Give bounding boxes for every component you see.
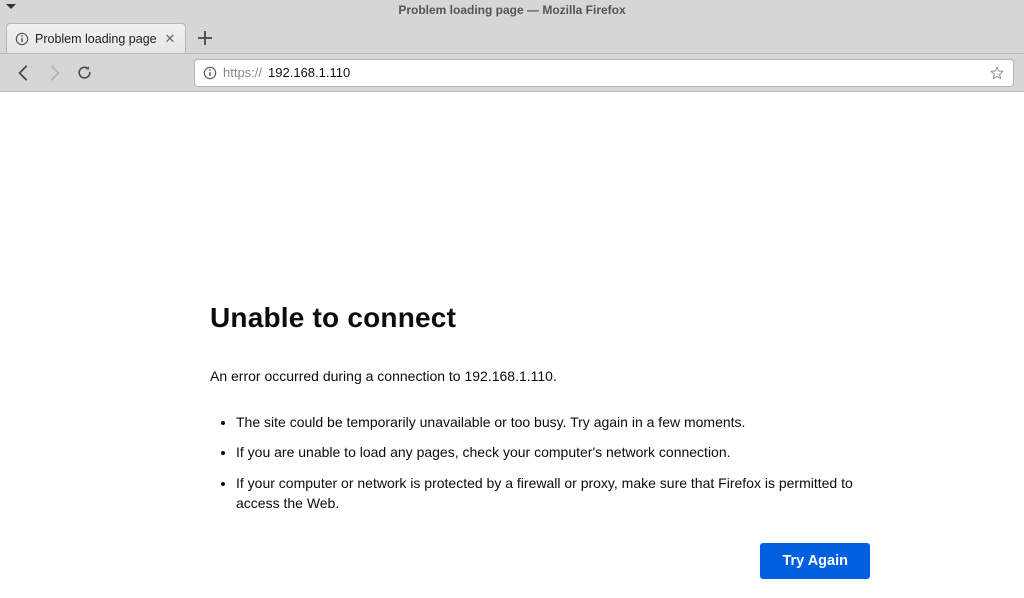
forward-button[interactable]: [44, 63, 64, 83]
back-button[interactable]: [14, 63, 34, 83]
site-info-icon[interactable]: [203, 66, 217, 80]
window-title: Problem loading page — Mozilla Firefox: [0, 3, 1024, 17]
window-menu-dropdown-icon[interactable]: [6, 4, 16, 10]
browser-tab[interactable]: Problem loading page ✕: [6, 23, 186, 53]
close-tab-icon[interactable]: ✕: [163, 31, 177, 47]
address-bar[interactable]: https:// 192.168.1.110: [194, 59, 1014, 87]
info-icon: [15, 32, 29, 46]
error-suggestions: The site could be temporarily unavailabl…: [210, 412, 870, 513]
url-protocol: https://: [223, 65, 262, 80]
button-row: Try Again: [210, 543, 870, 579]
url-host: 192.168.1.110: [268, 65, 983, 80]
list-item: If your computer or network is protected…: [236, 473, 870, 514]
tab-title: Problem loading page: [35, 32, 157, 46]
bookmark-star-icon[interactable]: [989, 65, 1005, 81]
window-titlebar: Problem loading page — Mozilla Firefox: [0, 0, 1024, 20]
new-tab-button[interactable]: [190, 23, 220, 53]
try-again-button[interactable]: Try Again: [760, 543, 870, 579]
reload-button[interactable]: [74, 63, 94, 83]
list-item: If you are unable to load any pages, che…: [236, 442, 870, 462]
list-item: The site could be temporarily unavailabl…: [236, 412, 870, 432]
navigation-toolbar: https:// 192.168.1.110: [0, 54, 1024, 92]
error-message: An error occurred during a connection to…: [210, 368, 870, 384]
error-heading: Unable to connect: [210, 302, 870, 334]
error-panel: Unable to connect An error occurred duri…: [210, 302, 870, 579]
tab-strip: Problem loading page ✕: [0, 20, 1024, 54]
page-content: Unable to connect An error occurred duri…: [0, 92, 1024, 598]
